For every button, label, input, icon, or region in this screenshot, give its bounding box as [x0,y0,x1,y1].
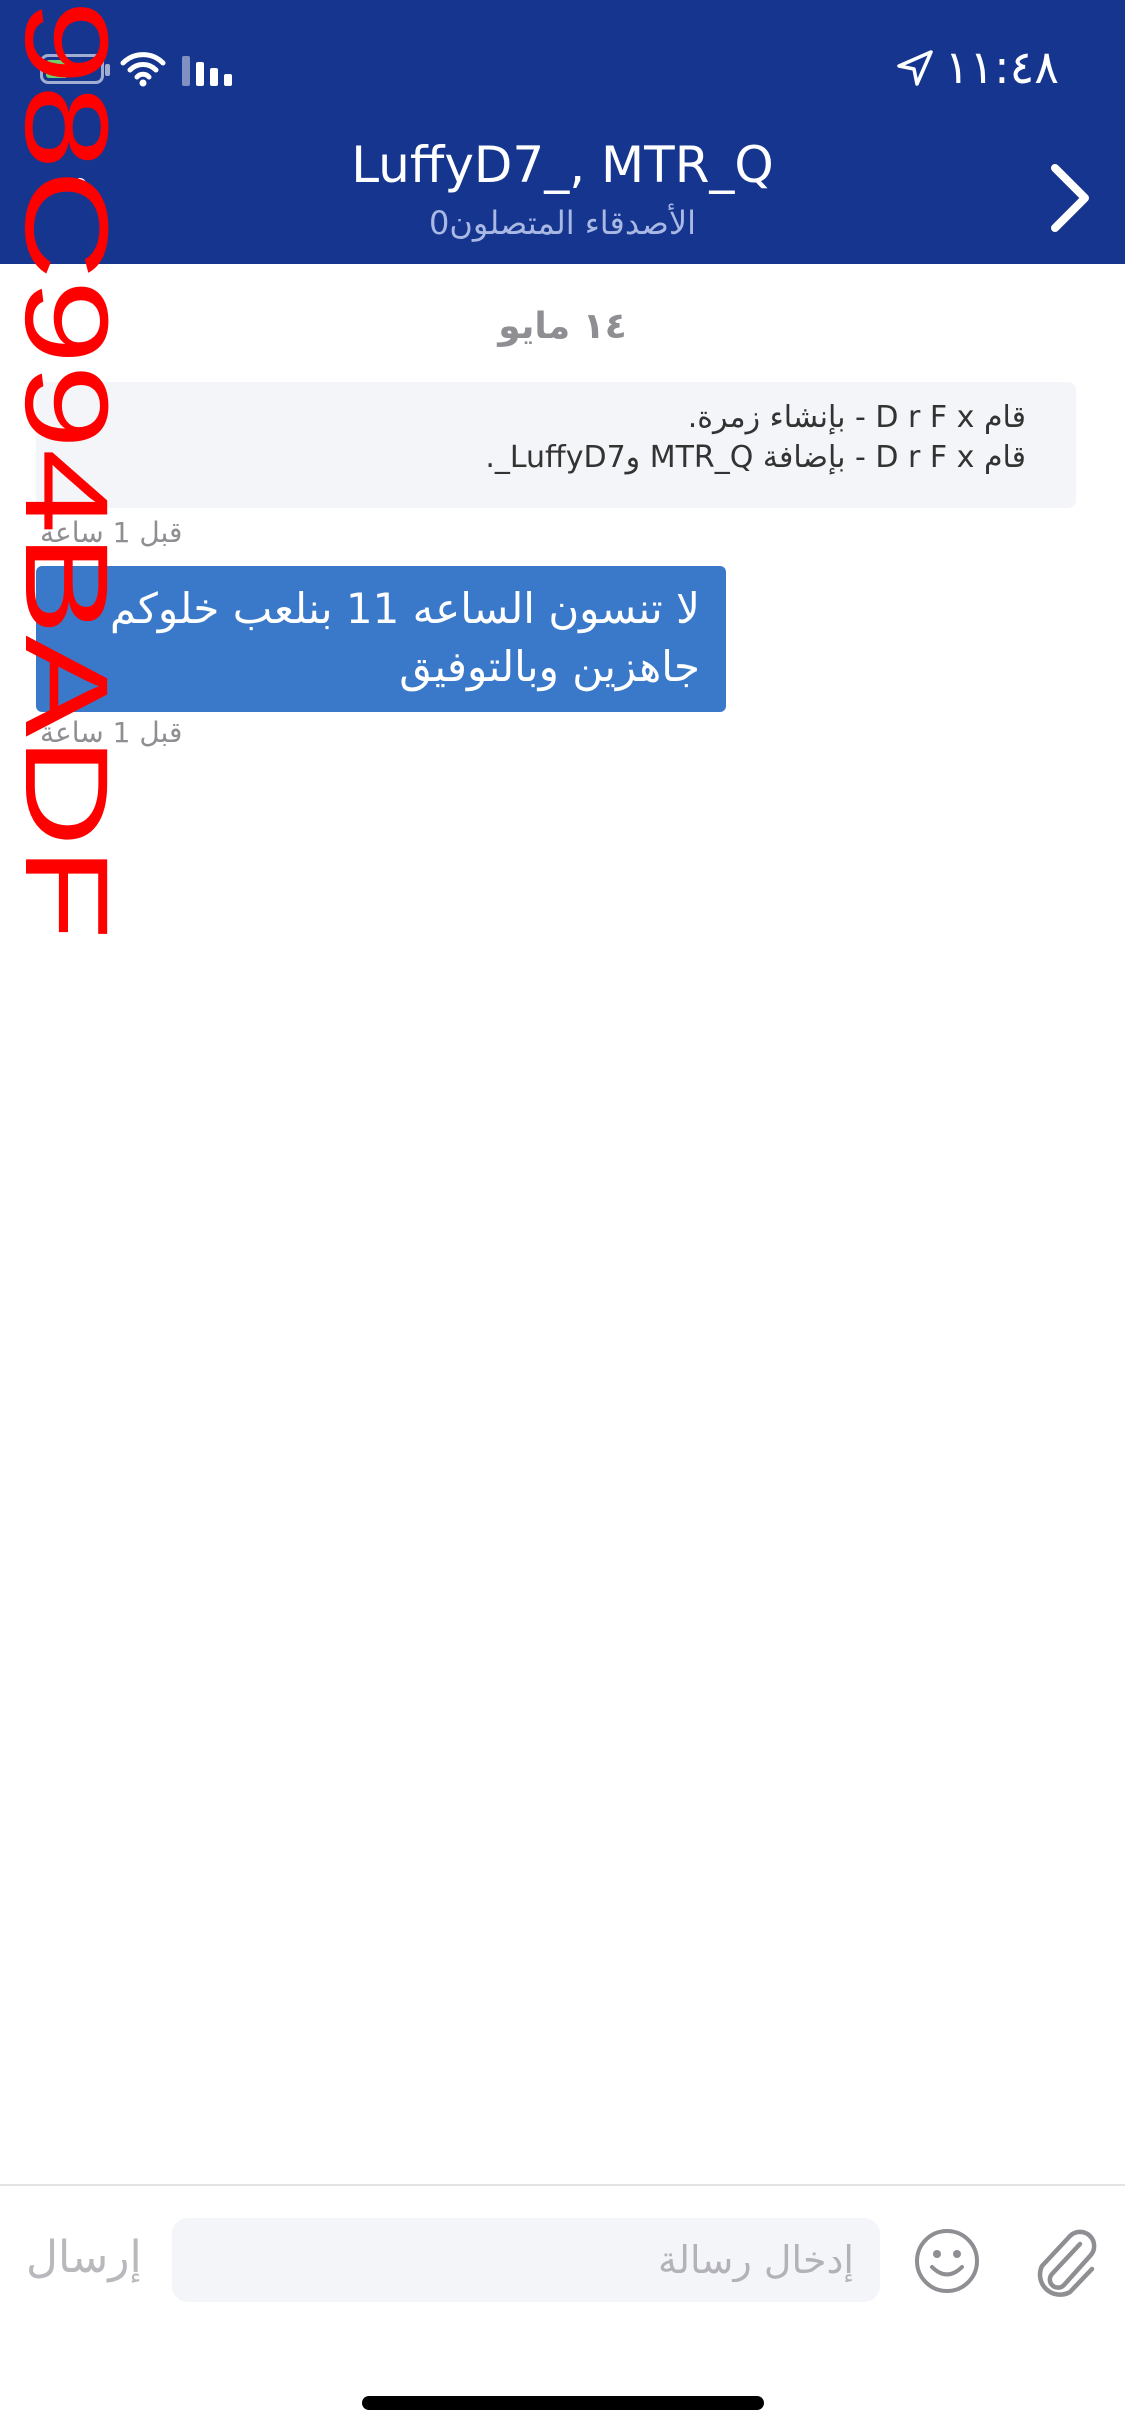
system-message-timestamp: قبل 1 ساعة [40,516,183,549]
online-friends-label: الأصدقاء المتصلون0 [429,204,696,242]
message-line: جاهزين وبالتوفيق [399,642,700,691]
location-arrow-icon [897,50,933,86]
wifi-icon [120,52,166,87]
chat-screen: ١١:٤٨ ° LuffyD7_, MTR_Q الأصدقاء المتصلو… [0,0,1125,2436]
message-input[interactable] [172,2218,880,2302]
paperclip-icon[interactable] [1030,2222,1100,2298]
battery-icon [40,54,110,84]
composer-divider [0,2184,1125,2186]
system-message: قام D r F x - بإضافة MTR_Q وLuffyD7_. [485,440,1026,475]
conversation-title: LuffyD7_, MTR_Q [351,136,774,194]
system-message: قام D r F x - بإنشاء زمرة. [687,400,1026,435]
chevron-right-icon[interactable] [1041,158,1101,238]
system-message-box: قام D r F x - بإنشاء زمرة. قام D r F x -… [36,382,1076,508]
home-indicator [362,2396,764,2410]
date-divider: ١٤ مايو [498,306,627,347]
chat-message-bubble[interactable]: لا تنسون الساعه 11 بنلعب خلوكم جاهزين وب… [36,566,726,712]
send-button[interactable]: إرسال [26,2232,142,2283]
navigation-header: ١١:٤٨ ° LuffyD7_, MTR_Q الأصدقاء المتصلو… [0,0,1125,264]
message-timestamp: قبل 1 ساعة [40,716,183,749]
status-time: ١١:٤٨ [944,40,1059,94]
signal-icon [182,52,232,86]
smiley-icon[interactable] [912,2226,982,2296]
message-line: لا تنسون الساعه 11 بنلعب خلوكم [109,584,700,633]
status-indicators [40,44,232,94]
